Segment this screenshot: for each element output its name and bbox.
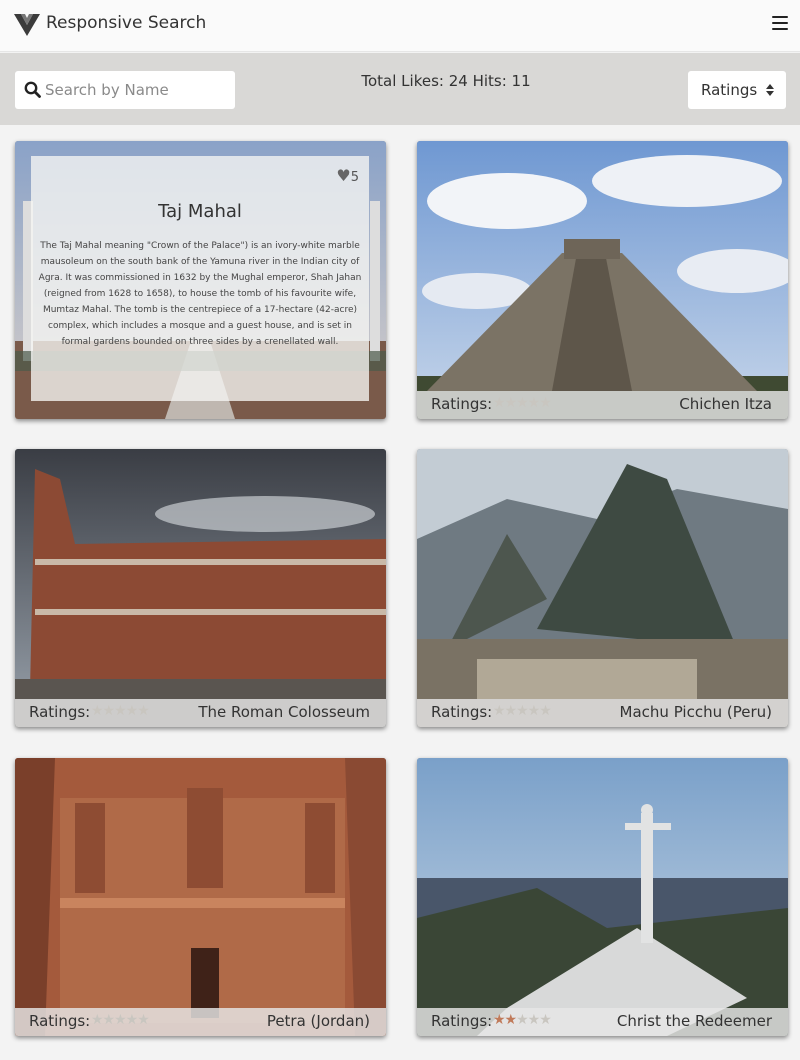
star-rating[interactable]: ★★★★★: [493, 395, 552, 411]
card-description: The Taj Mahal meaning "Crown of the Pala…: [38, 241, 362, 347]
star-rating[interactable]: ★★★★★: [493, 703, 552, 719]
search-box[interactable]: [15, 71, 235, 109]
card-christ-the-redeemer[interactable]: Ratings: ★★★★★ Christ the Redeemer: [417, 758, 788, 1036]
star-rating[interactable]: ★★★★★: [91, 703, 150, 719]
ratings-label: Ratings:: [29, 703, 91, 721]
card-title: Machu Picchu (Peru): [619, 703, 772, 721]
card-roman-colosseum[interactable]: Ratings: ★★★★★ The Roman Colosseum: [15, 449, 386, 727]
heart-icon[interactable]: ♥: [336, 166, 350, 185]
card-title: Taj Mahal: [158, 201, 242, 222]
search-icon: [24, 81, 41, 98]
christ-the-redeemer-image: [417, 758, 788, 1036]
star-rating[interactable]: ★★★★★: [493, 1012, 552, 1028]
petra-image: [15, 758, 386, 1036]
rating-bar: Ratings: ★★★★★ Christ the Redeemer: [417, 1008, 788, 1036]
likes-count: 5: [350, 170, 359, 185]
machu-picchu-image: [417, 449, 788, 727]
sort-select[interactable]: Ratings: [688, 71, 786, 109]
rating-bar: Ratings: ★★★★★ The Roman Colosseum: [15, 699, 386, 727]
ratings-label: Ratings:: [431, 395, 493, 413]
colosseum-image: [15, 449, 386, 727]
card-petra[interactable]: Ratings: ★★★★★ Petra (Jordan): [15, 758, 386, 1036]
ratings-label: Ratings:: [431, 703, 493, 721]
select-caret-icon: [766, 83, 774, 97]
card-chichen-itza[interactable]: Ratings: ★★★★★ Chichen Itza: [417, 141, 788, 419]
sort-select-value: Ratings: [701, 81, 758, 99]
likes-counter[interactable]: ♥5: [336, 166, 359, 185]
star-rating[interactable]: ★★★★★: [91, 1012, 150, 1028]
card-title: Christ the Redeemer: [616, 1012, 772, 1030]
card-title: The Roman Colosseum: [198, 703, 370, 721]
search-toolbar: Total Likes: 24 Hits: 11 Ratings: [0, 53, 800, 125]
rating-bar: Ratings: ★★★★★ Petra (Jordan): [15, 1008, 386, 1036]
totals-summary: Total Likes: 24 Hits: 11: [361, 72, 531, 90]
hamburger-icon[interactable]: [772, 16, 788, 30]
v-logo-icon[interactable]: [14, 12, 40, 36]
search-input[interactable]: [45, 71, 231, 109]
chichen-itza-image: [417, 141, 788, 419]
card-taj-mahal[interactable]: ♥5 Taj Mahal The Taj Mahal meaning "Crow…: [15, 141, 386, 419]
app-title[interactable]: Responsive Search: [46, 13, 206, 33]
top-navbar: Responsive Search: [0, 0, 800, 52]
card-title: Chichen Itza: [679, 395, 772, 413]
rating-bar: Ratings: ★★★★★ Machu Picchu (Peru): [417, 699, 788, 727]
ratings-label: Ratings:: [29, 1012, 91, 1030]
ratings-label: Ratings:: [431, 1012, 493, 1030]
card-machu-picchu[interactable]: Ratings: ★★★★★ Machu Picchu (Peru): [417, 449, 788, 727]
rating-bar: Ratings: ★★★★★ Chichen Itza: [417, 391, 788, 419]
description-overlay: ♥5 Taj Mahal The Taj Mahal meaning "Crow…: [31, 156, 369, 401]
card-title: Petra (Jordan): [266, 1012, 370, 1030]
